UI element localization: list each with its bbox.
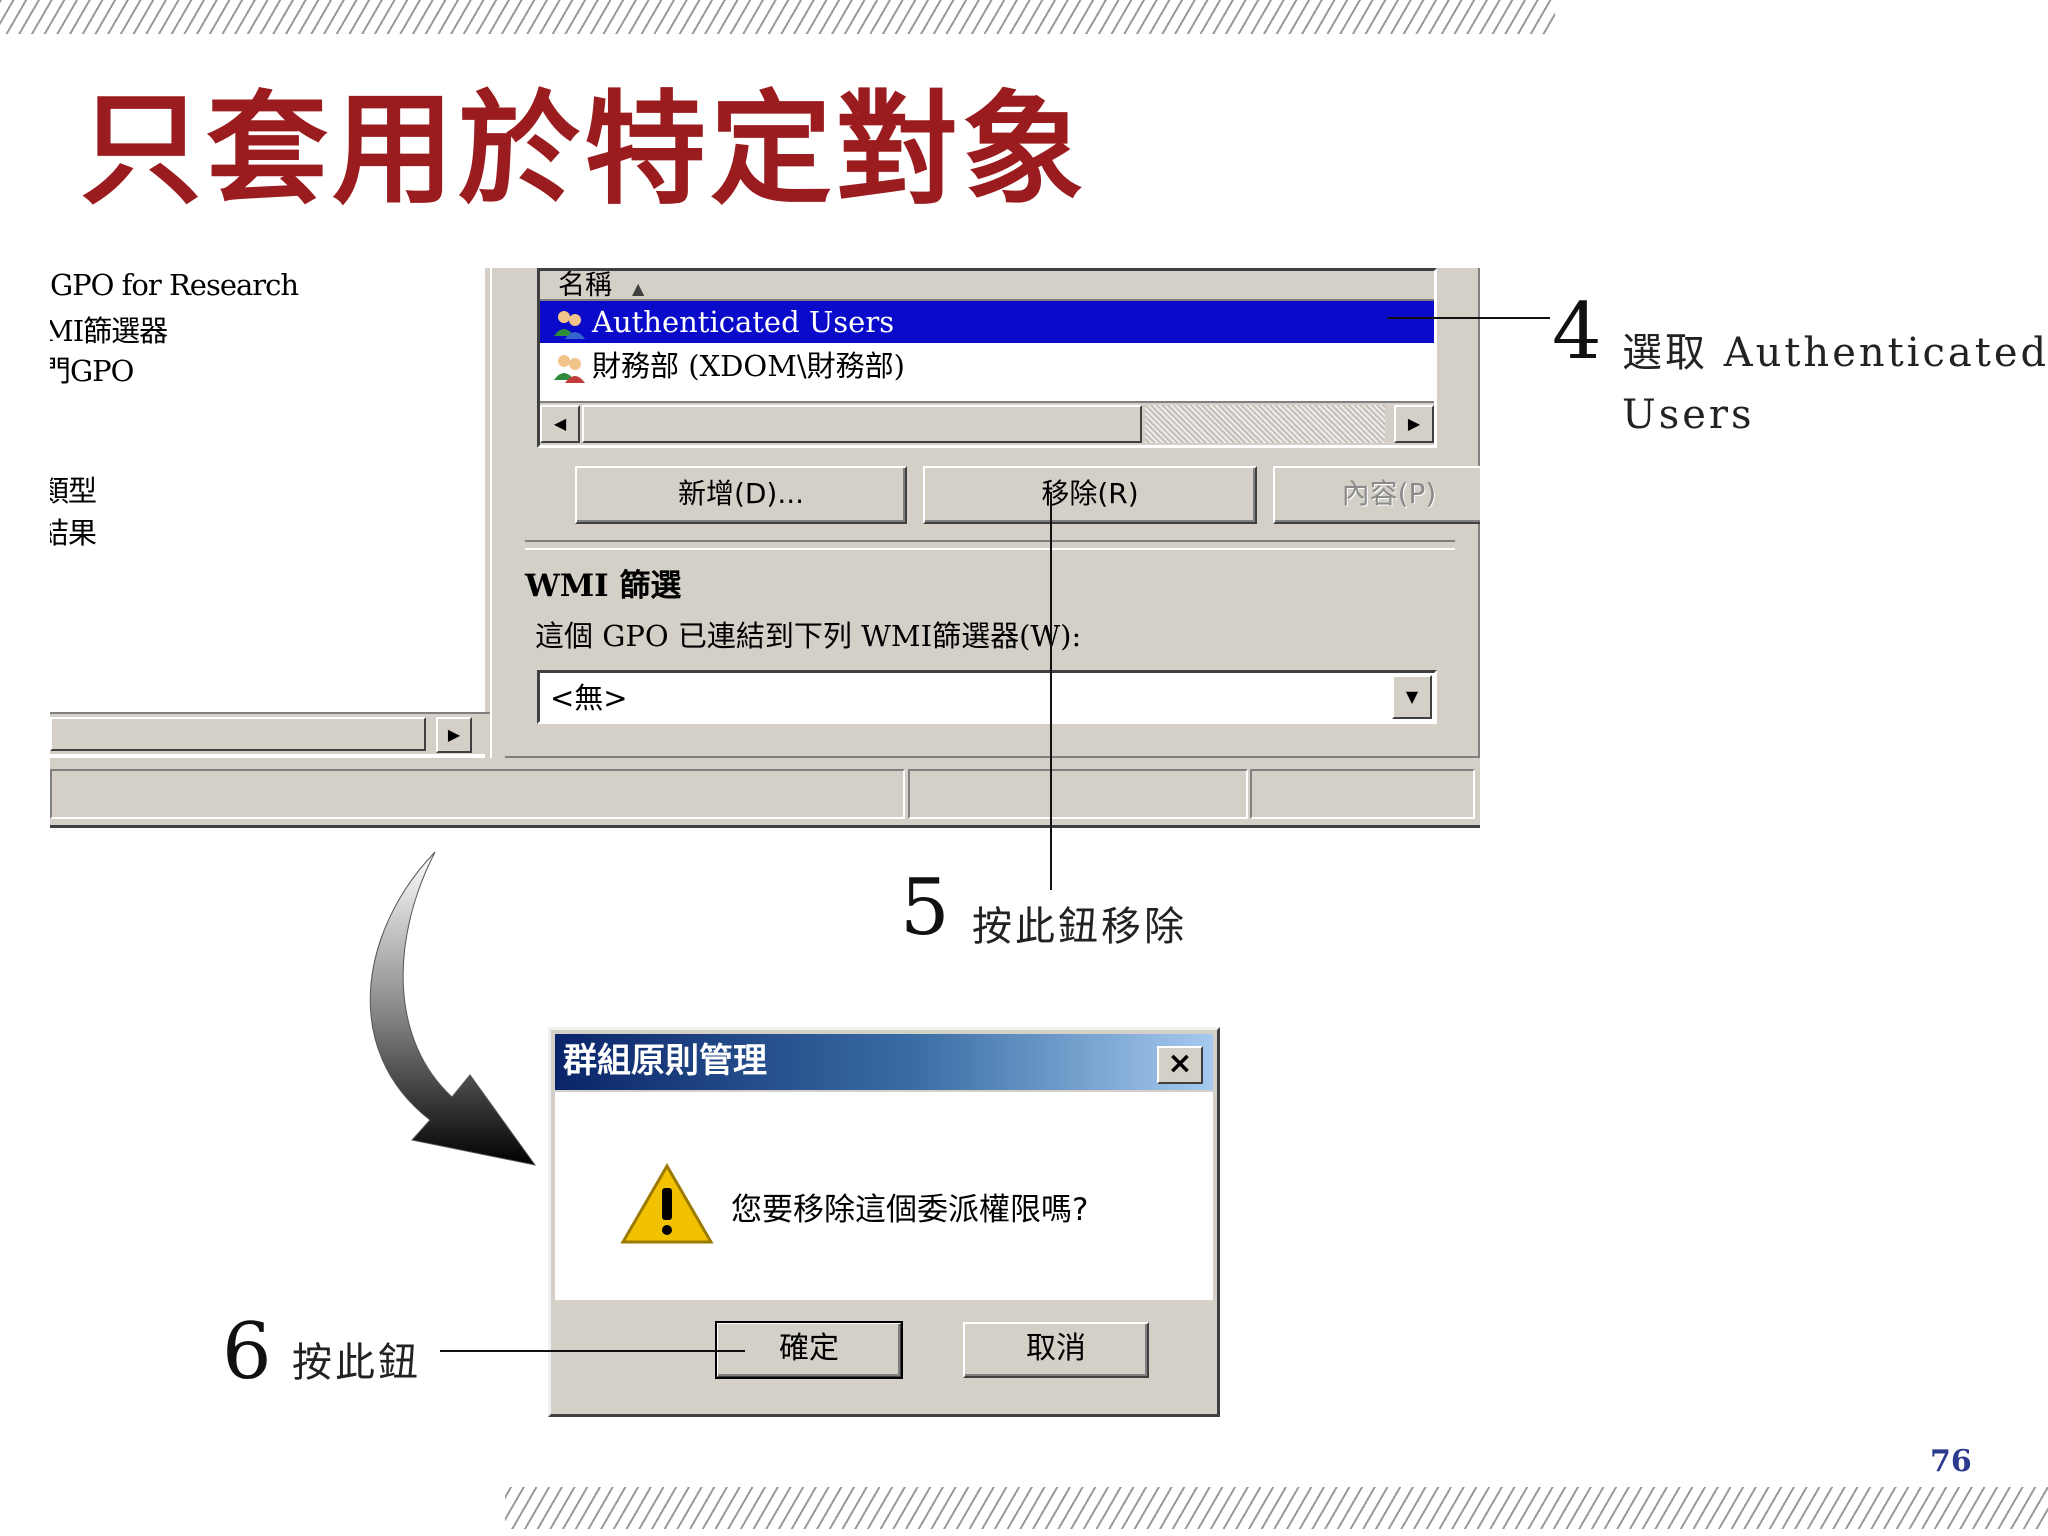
status-cell	[50, 769, 905, 819]
callout-4-leader-line	[1387, 317, 1550, 319]
remove-button[interactable]: 移除(R)	[923, 466, 1257, 524]
wmi-filter-heading: WMI 篩選	[525, 568, 682, 604]
dialog-body: 您要移除這個委派權限嗎?	[555, 1092, 1213, 1300]
callout-5-number: 5	[900, 863, 950, 953]
scroll-left-icon[interactable]: ◀	[540, 405, 580, 443]
tree-item-modeling[interactable]: 類型	[50, 468, 97, 510]
slide-title: 只套用於特定對象	[80, 79, 1088, 221]
dropdown-arrow-icon[interactable]: ▼	[1392, 675, 1432, 719]
close-icon[interactable]: ×	[1157, 1046, 1203, 1084]
column-header-name[interactable]: 名稱 ▲	[540, 271, 1434, 301]
dialog-message: 您要移除這個委派權限嗎?	[731, 1192, 1089, 1228]
callout-5-text: 按此鈕移除	[972, 904, 1187, 950]
tree-item-wmi-filters[interactable]: MI篩選器	[50, 308, 168, 350]
callout-4-text-line2: Users	[1622, 392, 1755, 438]
callout-4-number: 4	[1552, 287, 1602, 377]
tree-item-starter-gpo[interactable]: 門GPO	[50, 348, 134, 390]
curved-arrow-icon	[369, 851, 537, 1166]
callout-6-number: 6	[222, 1307, 272, 1397]
callout-5-leader-line	[1050, 492, 1052, 890]
dialog-title: 群組原則管理	[563, 1041, 767, 1081]
tree-item-gpo-research[interactable]: GPO for Research	[50, 268, 299, 302]
scroll-right-icon[interactable]: ▶	[1394, 405, 1434, 443]
callout-6-leader-line	[440, 1350, 745, 1352]
wmi-filter-select[interactable]: <無> ▼	[537, 670, 1437, 724]
tree-scroll-thumb[interactable]	[50, 717, 426, 751]
delegation-list[interactable]: 名稱 ▲ Authenticated Users 財務部 (XDOM\財務部)	[537, 268, 1437, 448]
add-button[interactable]: 新增(D)...	[575, 466, 907, 524]
gpmc-window: GPO for Research MI篩選器 門GPO 類型 結果 ▶ 名稱 ▲ …	[50, 268, 1480, 828]
section-separator	[525, 540, 1455, 550]
list-scroll-thumb[interactable]	[582, 405, 1142, 443]
decorative-hatch-bottom	[505, 1487, 2048, 1529]
status-bar	[50, 763, 1480, 825]
list-row-label: 財務部 (XDOM\財務部)	[592, 349, 905, 383]
tree-horizontal-scrollbar[interactable]: ▶	[50, 712, 520, 754]
wmi-filter-value: <無>	[550, 681, 628, 715]
list-row-label: Authenticated Users	[592, 305, 895, 339]
callout-4-text-line1: 選取 Authenticated	[1622, 330, 2048, 376]
properties-button[interactable]: 內容(P)	[1273, 466, 1480, 524]
confirm-dialog: 群組原則管理 × 您要移除這個委派權限嗎? 確定 取消	[548, 1027, 1220, 1417]
list-row-finance[interactable]: 財務部 (XDOM\財務部)	[540, 345, 1434, 387]
dialog-titlebar[interactable]: 群組原則管理 ×	[555, 1034, 1213, 1090]
column-header-label: 名稱	[558, 271, 612, 301]
status-cell	[908, 769, 1248, 819]
page-number: 76	[1930, 1444, 1972, 1479]
status-cell	[1250, 769, 1475, 819]
tree-pane: GPO for Research MI篩選器 門GPO 類型 結果 ▶	[50, 268, 520, 758]
user-group-icon	[554, 355, 585, 383]
warning-icon	[620, 1163, 714, 1244]
list-row-authenticated-users[interactable]: Authenticated Users	[540, 301, 1434, 343]
decorative-hatch-top	[0, 0, 1555, 34]
list-scroll-track[interactable]	[1145, 405, 1385, 443]
user-group-icon	[554, 311, 585, 339]
delegation-pane: 名稱 ▲ Authenticated Users 財務部 (XDOM\財務部)	[505, 268, 1480, 758]
wmi-filter-label: 這個 GPO 已連結到下列 WMI篩選器(W):	[535, 619, 1082, 653]
callout-6-text: 按此鈕	[292, 1340, 421, 1386]
cancel-button[interactable]: 取消	[963, 1322, 1149, 1378]
tree-item-results[interactable]: 結果	[50, 510, 97, 552]
list-horizontal-scrollbar[interactable]: ◀ ▶	[540, 401, 1434, 445]
scroll-right-icon[interactable]: ▶	[436, 717, 472, 753]
sort-ascending-icon: ▲	[632, 279, 645, 298]
